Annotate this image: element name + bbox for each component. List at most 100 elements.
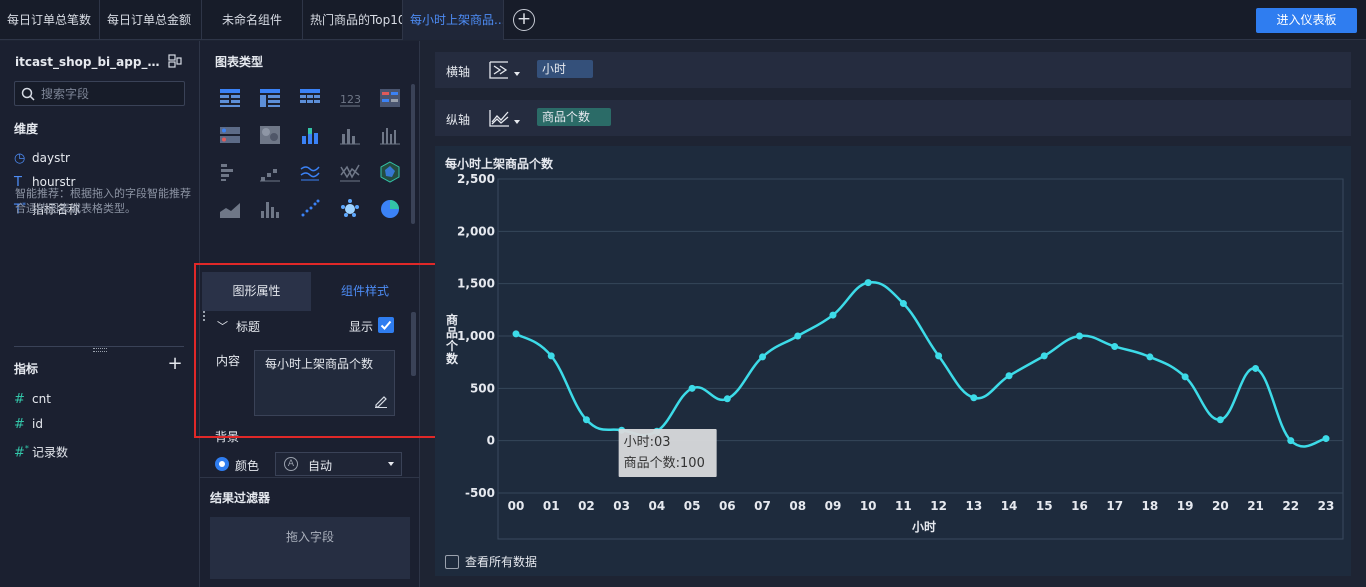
tooltip-line-1: 小时:03 [624, 435, 671, 450]
resize-grip[interactable] [93, 348, 107, 352]
chart-card: 每小时上架商品个数 2,500 2,000 1,500 1,000 500 0 -500 商品… [435, 146, 1351, 576]
detail-table-chart-type-icon[interactable] [299, 87, 321, 109]
y-axis-title: 个 [445, 338, 459, 353]
x-tick-label: 11 [895, 499, 912, 513]
scatter-chart-type-icon[interactable] [299, 198, 321, 220]
svg-text:123: 123 [340, 93, 361, 106]
x-axis-label: 横轴 [446, 65, 471, 79]
data-point [864, 279, 872, 287]
pie-chart-type-icon[interactable] [379, 198, 401, 220]
x-tick-label: 03 [613, 499, 630, 513]
tab-daily-order-amount[interactable]: 每日订单总金额 [100, 0, 202, 40]
grouped-bar-chart-type-icon[interactable] [379, 124, 401, 146]
x-tick-label: 00 [508, 499, 525, 513]
switch-dataset-icon[interactable] [168, 54, 182, 68]
line-chart-type-icon[interactable] [299, 161, 321, 183]
y-axis-label: 纵轴 [446, 113, 471, 127]
x-tick-label: 02 [578, 499, 595, 513]
tab-unnamed-component[interactable]: 未命名组件 [202, 0, 303, 40]
measure-field-record-count[interactable]: #* 记录数 [14, 440, 68, 460]
hash-icon: # [14, 392, 25, 407]
radar-chart-type-icon[interactable] [379, 161, 401, 183]
measure-field-cnt[interactable]: # cnt [14, 390, 51, 408]
x-tick-label: 10 [860, 499, 877, 513]
y-axis-type-icon[interactable] [488, 108, 512, 128]
filter-divider [200, 477, 420, 478]
y-tick-label: 2,000 [457, 224, 495, 238]
table-chart-type-icon[interactable] [219, 87, 241, 109]
x-tick-label: 20 [1212, 499, 1229, 513]
x-axis-row: 横轴 小时 [435, 52, 1351, 88]
data-point [759, 353, 767, 361]
plot-frame [497, 178, 1344, 540]
cross-table-chart-type-icon[interactable] [259, 87, 281, 109]
view-all-checkbox[interactable] [445, 555, 459, 569]
x-tick-label: 09 [825, 499, 842, 513]
x-tick-label: 06 [719, 499, 736, 513]
x-tick-label: 07 [754, 499, 771, 513]
data-point [512, 330, 520, 338]
caret-down-icon[interactable] [514, 72, 520, 76]
color-radio[interactable] [215, 457, 229, 471]
x-tick-label: 14 [1001, 499, 1018, 513]
tab-hourly-products[interactable]: 每小时上架商品... [403, 0, 504, 40]
color-select-value: 自动 [308, 459, 333, 473]
caret-down-icon[interactable] [514, 120, 520, 124]
x-tick-label: 17 [1106, 499, 1123, 513]
result-filter-title: 结果过滤器 [210, 491, 271, 505]
measure-field-id[interactable]: # id [14, 415, 43, 433]
x-tick-label: 18 [1142, 499, 1159, 513]
x-tick-label: 19 [1177, 499, 1194, 513]
line-chart[interactable]: 2,500 2,000 1,500 1,000 500 0 -500 商品个数 00 01 02 03… [435, 146, 1351, 546]
stacked-bar-chart-type-icon[interactable] [299, 124, 321, 146]
dimension-field-daystr[interactable]: ◷ daystr [14, 149, 70, 167]
y-tick-label: 1,000 [457, 329, 495, 343]
y-tick-label: 0 [487, 434, 495, 448]
tab-top10-products[interactable]: 热门商品的Top10 [303, 0, 403, 40]
clock-icon: ◷ [14, 151, 26, 166]
field-search [14, 81, 185, 106]
indicator-card-chart-type-icon[interactable]: 123 [339, 87, 361, 109]
x-tick-label: 13 [965, 499, 982, 513]
x-tick-label: 23 [1318, 499, 1335, 513]
kpi-chart-type-icon[interactable] [379, 87, 401, 109]
indicator-board-chart-type-icon[interactable] [219, 124, 241, 146]
area-line-chart-type-icon[interactable] [339, 161, 361, 183]
y-axis-field-pill[interactable]: 商品个数 [537, 108, 611, 126]
waterfall-chart-type-icon[interactable] [259, 161, 281, 183]
enter-dashboard-button[interactable]: 进入仪表板 [1256, 8, 1357, 33]
tab-daily-order-count[interactable]: 每日订单总笔数 [0, 0, 100, 40]
data-point [582, 416, 590, 424]
search-icon [21, 87, 35, 101]
dataset-name: itcast_shop_bi_app_hour... [15, 55, 165, 69]
measures-title: 指标 [14, 362, 39, 376]
bubble-chart-type-icon[interactable] [339, 198, 361, 220]
hash-star-icon: #* [14, 444, 29, 461]
horizontal-bar-chart-type-icon[interactable] [219, 161, 241, 183]
data-point [1252, 364, 1260, 372]
filter-drop-zone[interactable]: 拖入字段 [210, 517, 410, 579]
x-tick-label: 08 [789, 499, 806, 513]
x-tick-label: 01 [543, 499, 560, 513]
y-tick-label: 1,500 [457, 277, 495, 291]
x-axis-type-icon[interactable] [488, 60, 512, 80]
caret-down-icon [388, 462, 394, 466]
fields-panel: itcast_shop_bi_app_hour... 维度 ◷daystr Th… [0, 41, 200, 587]
stacked-column-chart-type-icon[interactable] [259, 198, 281, 220]
tooltip-line-2: 商品个数:100 [624, 456, 705, 471]
add-measure-button[interactable]: + [167, 355, 183, 373]
color-select[interactable]: A 自动 [275, 452, 402, 476]
y-tick-label: 2,500 [457, 172, 495, 186]
data-point [547, 352, 555, 360]
x-tick-label: 05 [684, 499, 701, 513]
x-axis-field-pill[interactable]: 小时 [537, 60, 593, 78]
bar-chart-type-icon[interactable] [339, 124, 361, 146]
heat-map-chart-type-icon[interactable] [259, 124, 281, 146]
add-tab-button[interactable]: + [513, 9, 535, 31]
data-point [1287, 437, 1295, 445]
chart-types-scrollbar[interactable] [411, 84, 415, 224]
data-point [970, 394, 978, 402]
area-chart-type-icon[interactable] [219, 198, 241, 220]
view-all-data-toggle[interactable]: 查看所有数据 [445, 553, 537, 570]
search-input[interactable] [41, 85, 181, 103]
